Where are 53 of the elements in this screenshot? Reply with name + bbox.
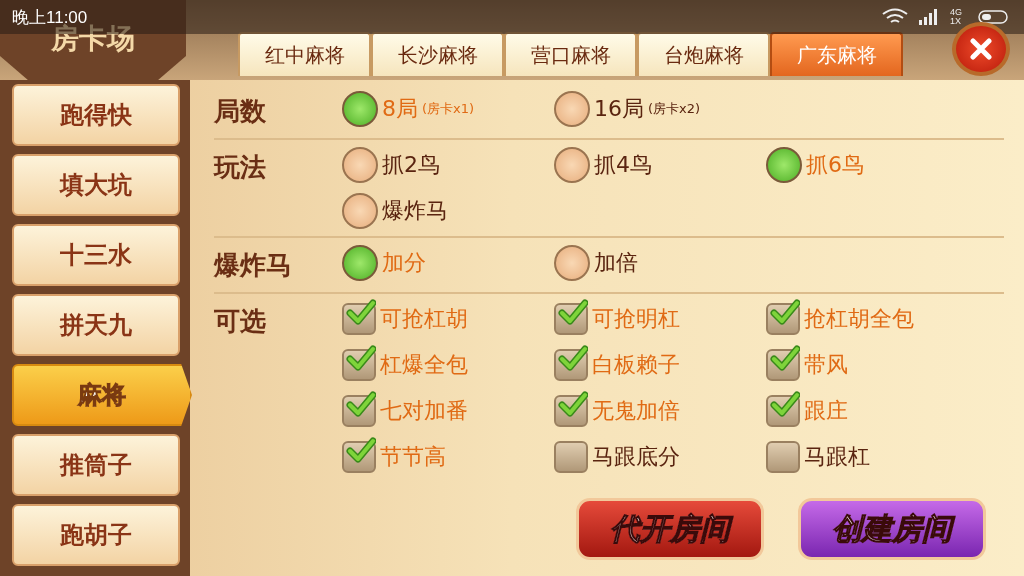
option-label: 抓2鸟 (382, 151, 440, 179)
sidebar-item[interactable]: 麻将 (12, 364, 192, 426)
option-label: 可抢明杠 (592, 305, 680, 333)
option-label: 抢杠胡全包 (804, 305, 914, 333)
tab[interactable]: 营口麻将 (504, 32, 637, 76)
radio-button[interactable] (554, 91, 590, 127)
tab[interactable]: 长沙麻将 (371, 32, 504, 76)
sidebar-item[interactable]: 填大坑 (12, 154, 180, 216)
checkbox[interactable] (766, 441, 800, 473)
option-label: 七对加番 (380, 397, 468, 425)
option-note: (房卡x2) (648, 100, 701, 118)
checkbox[interactable] (554, 441, 588, 473)
wifi-icon (882, 8, 908, 26)
action-button[interactable]: 创建房间 (798, 498, 986, 560)
setting-label: 局数 (214, 95, 267, 128)
radio-button[interactable] (342, 245, 378, 281)
network-label: 4G 1X (950, 8, 963, 26)
option-label: 抓4鸟 (594, 151, 652, 179)
sidebar-item[interactable]: 跑胡子 (12, 504, 180, 566)
option-label: 16局 (594, 95, 644, 123)
option-label: 加分 (382, 249, 426, 277)
option-label: 跟庄 (804, 397, 848, 425)
tab[interactable]: 台炮麻将 (637, 32, 770, 76)
radio-button[interactable] (554, 245, 590, 281)
radio-button[interactable] (342, 193, 378, 229)
option-label: 带风 (804, 351, 848, 379)
signal-icon (918, 9, 940, 25)
option-label: 抓6鸟 (806, 151, 864, 179)
setting-label: 可选 (214, 305, 267, 338)
option-label: 可抢杠胡 (380, 305, 468, 333)
setting-label: 玩法 (214, 151, 267, 184)
sidebar-item[interactable]: 拼天九 (12, 294, 180, 356)
option-label: 白板赖子 (592, 351, 680, 379)
radio-button[interactable] (554, 147, 590, 183)
radio-button[interactable] (766, 147, 802, 183)
sidebar-item[interactable]: 十三水 (12, 224, 180, 286)
tab[interactable]: 红中麻将 (238, 32, 371, 76)
option-label: 杠爆全包 (380, 351, 468, 379)
option-label: 无鬼加倍 (592, 397, 680, 425)
option-note: (房卡x1) (422, 100, 475, 118)
option-label: 爆炸马 (382, 197, 448, 225)
close-icon (970, 38, 992, 60)
page-title: 房卡场 (51, 22, 135, 57)
sidebar-item[interactable]: 跑得快 (12, 84, 180, 146)
radio-button[interactable] (342, 91, 378, 127)
option-label: 马跟底分 (592, 443, 680, 471)
option-label: 加倍 (594, 249, 638, 277)
option-label: 马跟杠 (804, 443, 870, 471)
option-label: 节节高 (380, 443, 446, 471)
sidebar-item[interactable]: 推筒子 (12, 434, 180, 496)
option-label: 8局 (382, 95, 418, 123)
radio-button[interactable] (342, 147, 378, 183)
setting-label: 爆炸马 (214, 249, 293, 282)
